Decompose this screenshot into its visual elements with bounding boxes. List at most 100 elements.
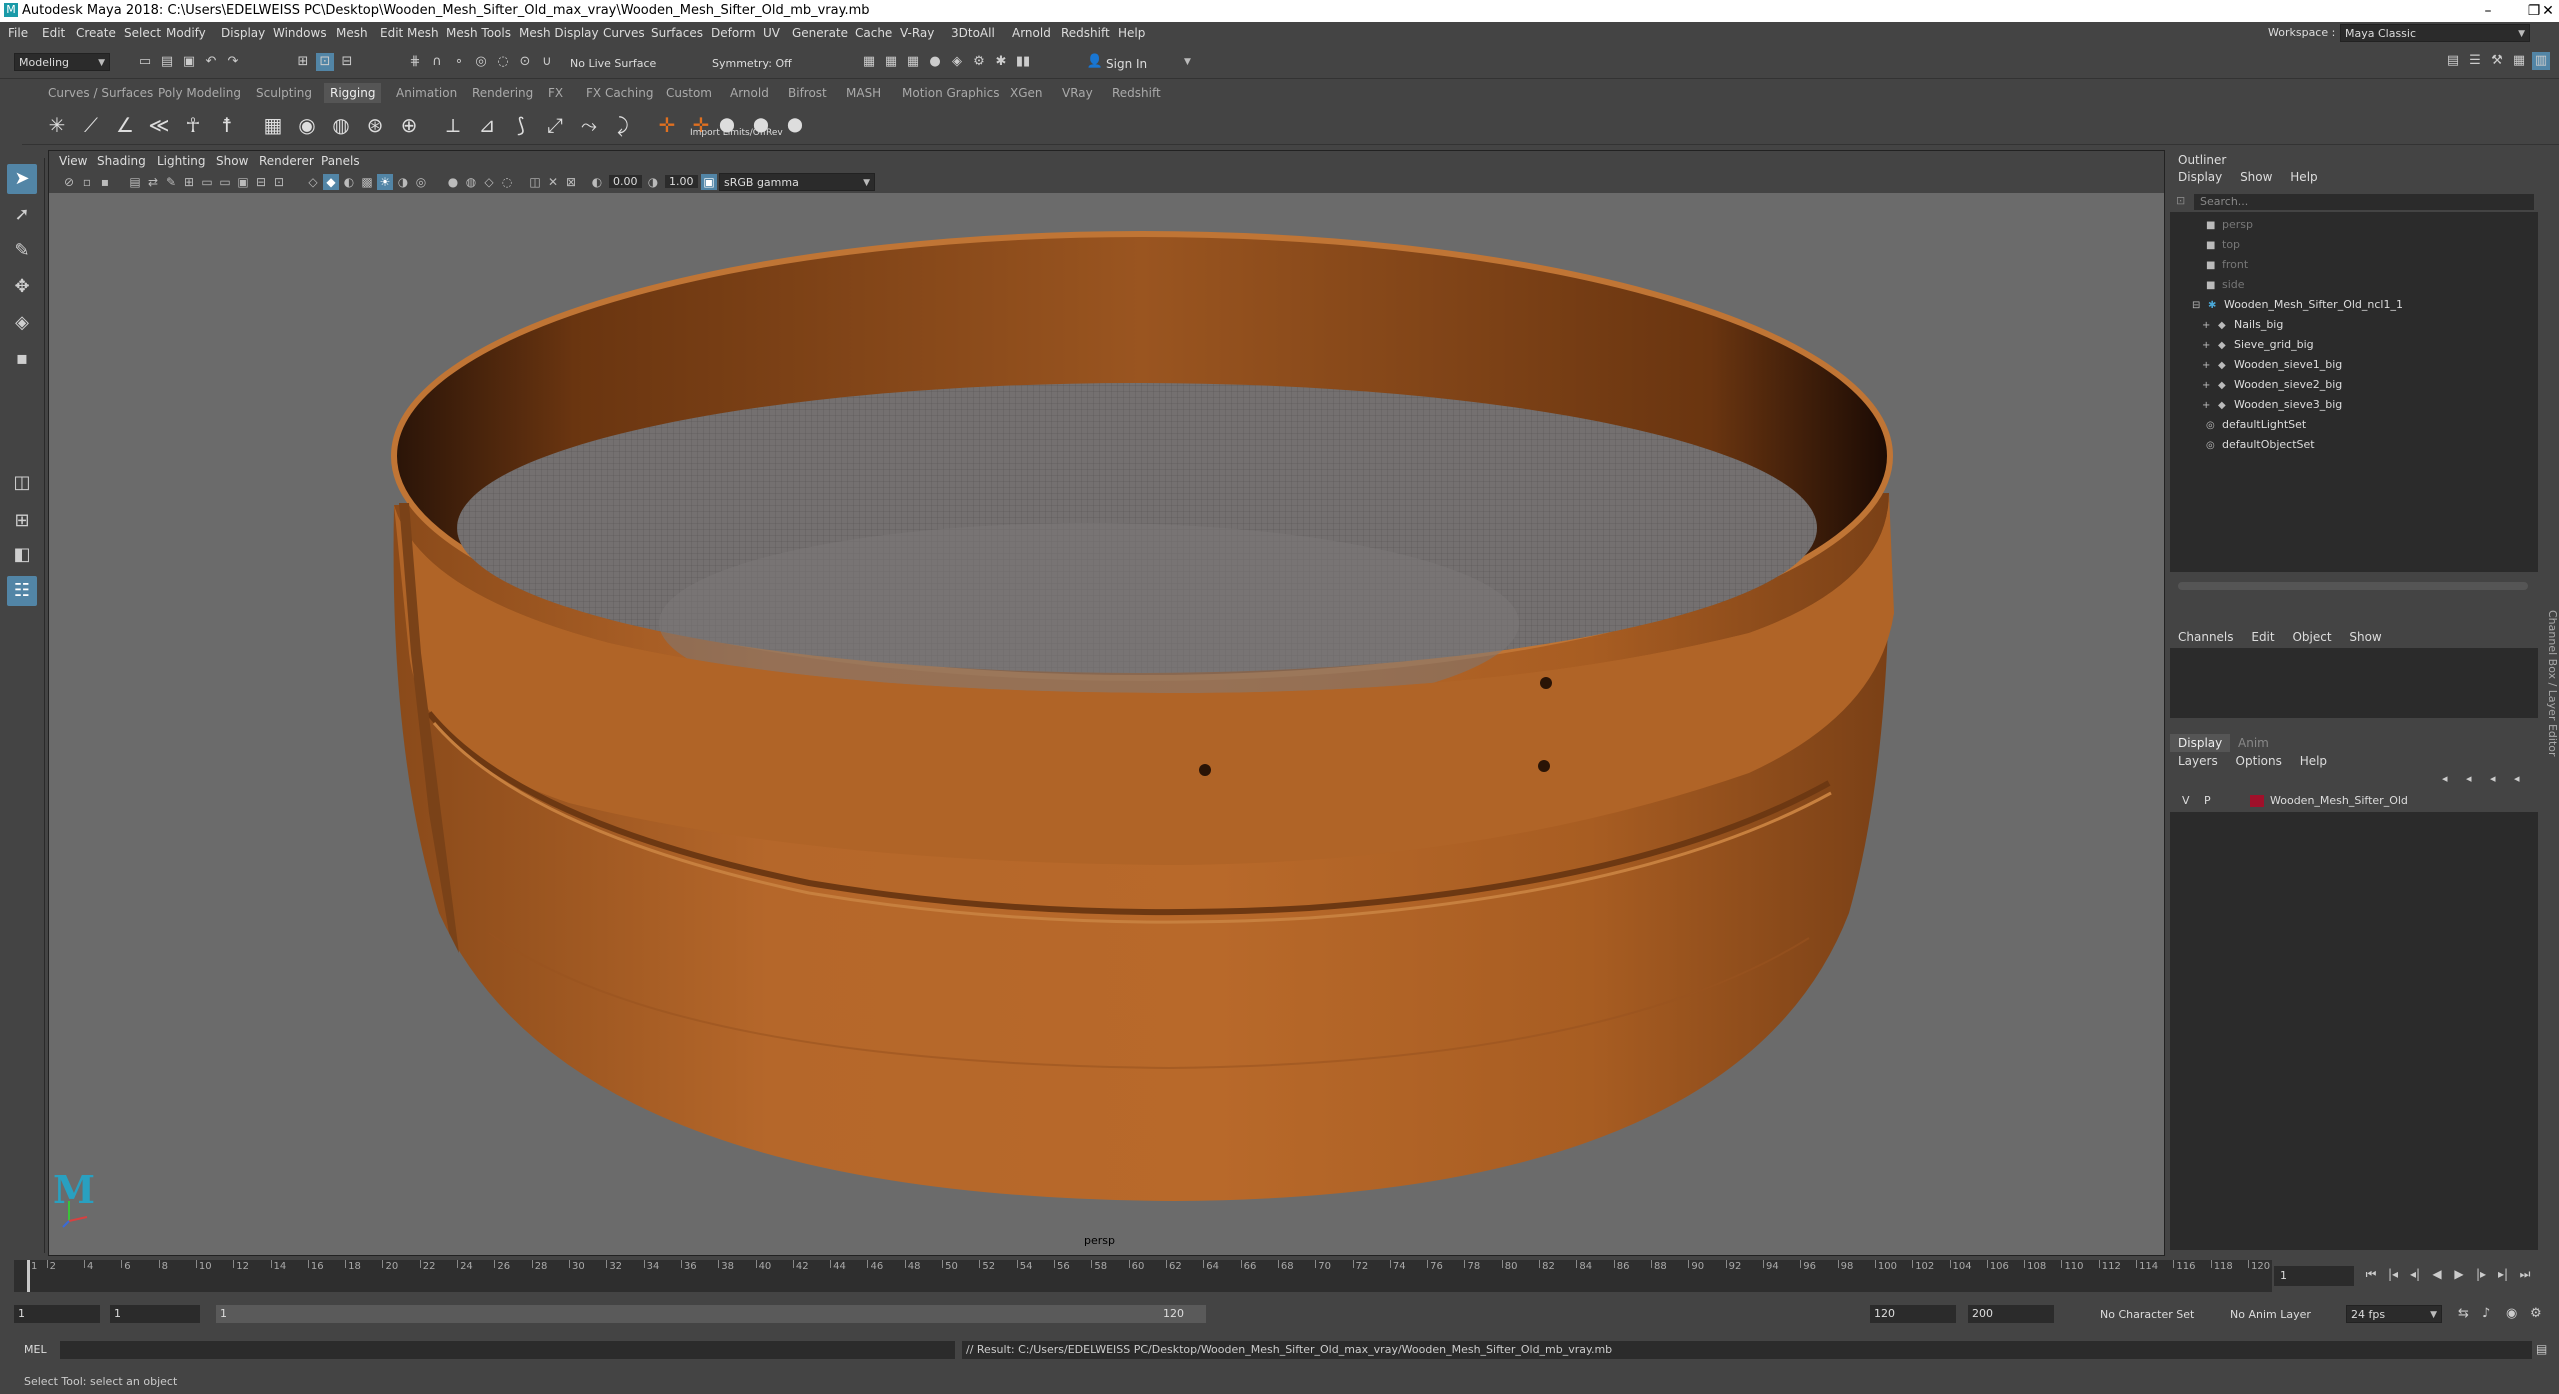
pole-vector-icon[interactable]: ⤸: [610, 112, 636, 138]
channel-box-area[interactable]: [2170, 648, 2538, 718]
viewport-menu-lighting[interactable]: Lighting: [157, 154, 206, 168]
smooth-shade-icon[interactable]: ◆: [323, 174, 339, 190]
layers-menu-options[interactable]: Options: [2236, 754, 2282, 768]
two-panel-layout-icon[interactable]: ◧: [7, 540, 37, 570]
outliner-menu-display[interactable]: Display: [2178, 170, 2222, 184]
menu-help[interactable]: Help: [1118, 26, 1145, 40]
menu-surfaces[interactable]: Surfaces: [651, 26, 703, 40]
shadows-icon[interactable]: ◑: [395, 174, 411, 190]
animation-start-field[interactable]: 1: [14, 1305, 100, 1323]
xray-icon[interactable]: ◎: [413, 174, 429, 190]
new-layer-selected-icon[interactable]: ◂: [2514, 772, 2520, 785]
shelf-tab-fx[interactable]: FX: [548, 86, 563, 100]
step-back-key-icon[interactable]: |◂: [2384, 1265, 2402, 1283]
camera-lock-icon[interactable]: ▫: [79, 174, 95, 190]
outliner-item-nails[interactable]: + ◆ Nails_big: [2202, 318, 2283, 331]
outliner-search-input[interactable]: Search...: [2194, 194, 2534, 210]
move-tool-icon[interactable]: ✥: [7, 272, 37, 302]
render-view-icon[interactable]: ⚙: [970, 53, 988, 71]
shelf-tab-vray[interactable]: VRay: [1062, 86, 1093, 100]
menu-file[interactable]: File: [8, 26, 28, 40]
layer-name[interactable]: Wooden_Mesh_Sifter_Old: [2270, 790, 2408, 812]
menu-modify[interactable]: Modify: [166, 26, 206, 40]
shelf-tab-mash[interactable]: MASH: [846, 86, 881, 100]
humanik-icon[interactable]: ☥: [180, 112, 206, 138]
select-hierarchy-icon[interactable]: ⊞: [294, 53, 312, 71]
film-gate-icon[interactable]: ▭: [199, 174, 215, 190]
outliner-horizontal-scrollbar[interactable]: [2178, 582, 2528, 590]
menu-deform[interactable]: Deform: [711, 26, 756, 40]
tool-settings-icon[interactable]: ⚒: [2488, 52, 2506, 70]
shelf-tab-animation[interactable]: Animation: [396, 86, 457, 100]
scale-tool-icon[interactable]: ▪: [7, 344, 37, 374]
workspace-dropdown[interactable]: Maya Classic ▼: [2340, 24, 2530, 42]
mode-dropdown[interactable]: Modeling ▼: [14, 53, 110, 71]
tab-display[interactable]: Display: [2170, 734, 2231, 752]
side-tab-channel-box[interactable]: Channel Box / Layer Editor: [2545, 610, 2559, 1010]
viewport-menu-shading[interactable]: Shading: [97, 154, 146, 168]
image-plane-icon[interactable]: ▤: [127, 174, 143, 190]
outliner-item-wooden-sieve2[interactable]: + ◆ Wooden_sieve2_big: [2202, 378, 2342, 391]
search-options-icon[interactable]: ⊡: [2176, 194, 2185, 207]
undo-icon[interactable]: ↶: [202, 53, 220, 71]
snap-live-icon[interactable]: ⊙: [516, 53, 534, 71]
outliner-item-wooden-sieve1[interactable]: + ◆ Wooden_sieve1_big: [2202, 358, 2342, 371]
command-language-label[interactable]: MEL: [24, 1343, 47, 1356]
sound-icon[interactable]: ♪: [2482, 1306, 2490, 1321]
resolution-gate-icon[interactable]: ▭: [217, 174, 233, 190]
menu-edit-mesh[interactable]: Edit Mesh: [380, 26, 439, 40]
tab-anim[interactable]: Anim: [2230, 734, 2277, 752]
live-surface-label[interactable]: No Live Surface: [570, 57, 656, 70]
layers-menu-layers[interactable]: Layers: [2178, 754, 2218, 768]
locator-icon[interactable]: ✛: [654, 112, 680, 138]
channel-menu-channels[interactable]: Channels: [2178, 630, 2234, 644]
snap-view-icon[interactable]: ◎: [472, 53, 490, 71]
menu-arnold[interactable]: Arnold: [1012, 26, 1051, 40]
menu-generate[interactable]: Generate: [792, 26, 848, 40]
snap-curve-icon[interactable]: ∩: [428, 53, 446, 71]
shelf-tab-arnold[interactable]: Arnold: [730, 86, 769, 100]
redo-icon[interactable]: ↷: [224, 53, 242, 71]
outliner-menu-help[interactable]: Help: [2290, 170, 2317, 184]
four-view-layout-icon[interactable]: ⊞: [7, 506, 37, 536]
loop-icon[interactable]: ⇆: [2458, 1306, 2469, 1321]
outliner-item-group[interactable]: ⊟ ✱ Wooden_Mesh_Sifter_Old_ncl1_1: [2192, 298, 2403, 311]
shelf-tab-curves-surfaces[interactable]: Curves / Surfaces: [48, 86, 153, 100]
menu-uv[interactable]: UV: [763, 26, 780, 40]
modeling-toolkit-icon[interactable]: ▤: [2444, 52, 2462, 70]
collapse-icon[interactable]: ⊟: [2192, 300, 2204, 311]
go-to-start-icon[interactable]: ⏮: [2362, 1265, 2380, 1283]
hypershade-icon[interactable]: ◈: [948, 53, 966, 71]
shelf-tab-custom[interactable]: Custom: [666, 86, 712, 100]
motion-blur-icon[interactable]: ◍: [463, 174, 479, 190]
new-layer-icon[interactable]: ◂: [2490, 772, 2496, 785]
orient-constraint-icon[interactable]: ⟆: [508, 112, 534, 138]
layer-visibility-toggle[interactable]: V: [2182, 790, 2190, 812]
outliner-item-side[interactable]: ■ side: [2206, 278, 2245, 291]
layer-color-swatch[interactable]: [2250, 795, 2264, 807]
ik-spline-icon[interactable]: ∠: [112, 112, 138, 138]
attribute-editor-icon[interactable]: ☰: [2466, 52, 2484, 70]
menu-mesh-display[interactable]: Mesh Display: [519, 26, 599, 40]
step-forward-key-icon[interactable]: ▸|: [2494, 1265, 2512, 1283]
scale-constraint-icon[interactable]: ⤢: [542, 112, 568, 138]
current-time-indicator[interactable]: [27, 1260, 30, 1292]
menu-cache[interactable]: Cache: [855, 26, 892, 40]
viewport-menu-renderer[interactable]: Renderer: [259, 154, 314, 168]
quick-rig-icon[interactable]: ☨: [214, 112, 240, 138]
wireframe-icon[interactable]: ◇: [305, 174, 321, 190]
menu-3dtoall[interactable]: 3DtoAll: [951, 26, 995, 40]
grease-pencil-icon[interactable]: ✎: [163, 174, 179, 190]
channel-menu-show[interactable]: Show: [2349, 630, 2381, 644]
grid-toggle-icon[interactable]: ⊞: [181, 174, 197, 190]
shelf-tab-bifrost[interactable]: Bifrost: [788, 86, 827, 100]
lattice-icon[interactable]: ▦: [260, 112, 286, 138]
symmetry-dropdown[interactable]: Symmetry: Off: [712, 57, 792, 70]
snap-grid-icon[interactable]: ⋕: [406, 53, 424, 71]
parent-constraint-icon[interactable]: ⟂: [440, 112, 466, 138]
gate-mask-icon[interactable]: ▣: [235, 174, 251, 190]
preferences-icon[interactable]: ⚙: [2530, 1306, 2542, 1321]
menu-select[interactable]: Select: [124, 26, 161, 40]
exposure-field[interactable]: 0.00: [609, 175, 642, 188]
character-set-dropdown[interactable]: No Character Set: [2100, 1308, 2194, 1321]
